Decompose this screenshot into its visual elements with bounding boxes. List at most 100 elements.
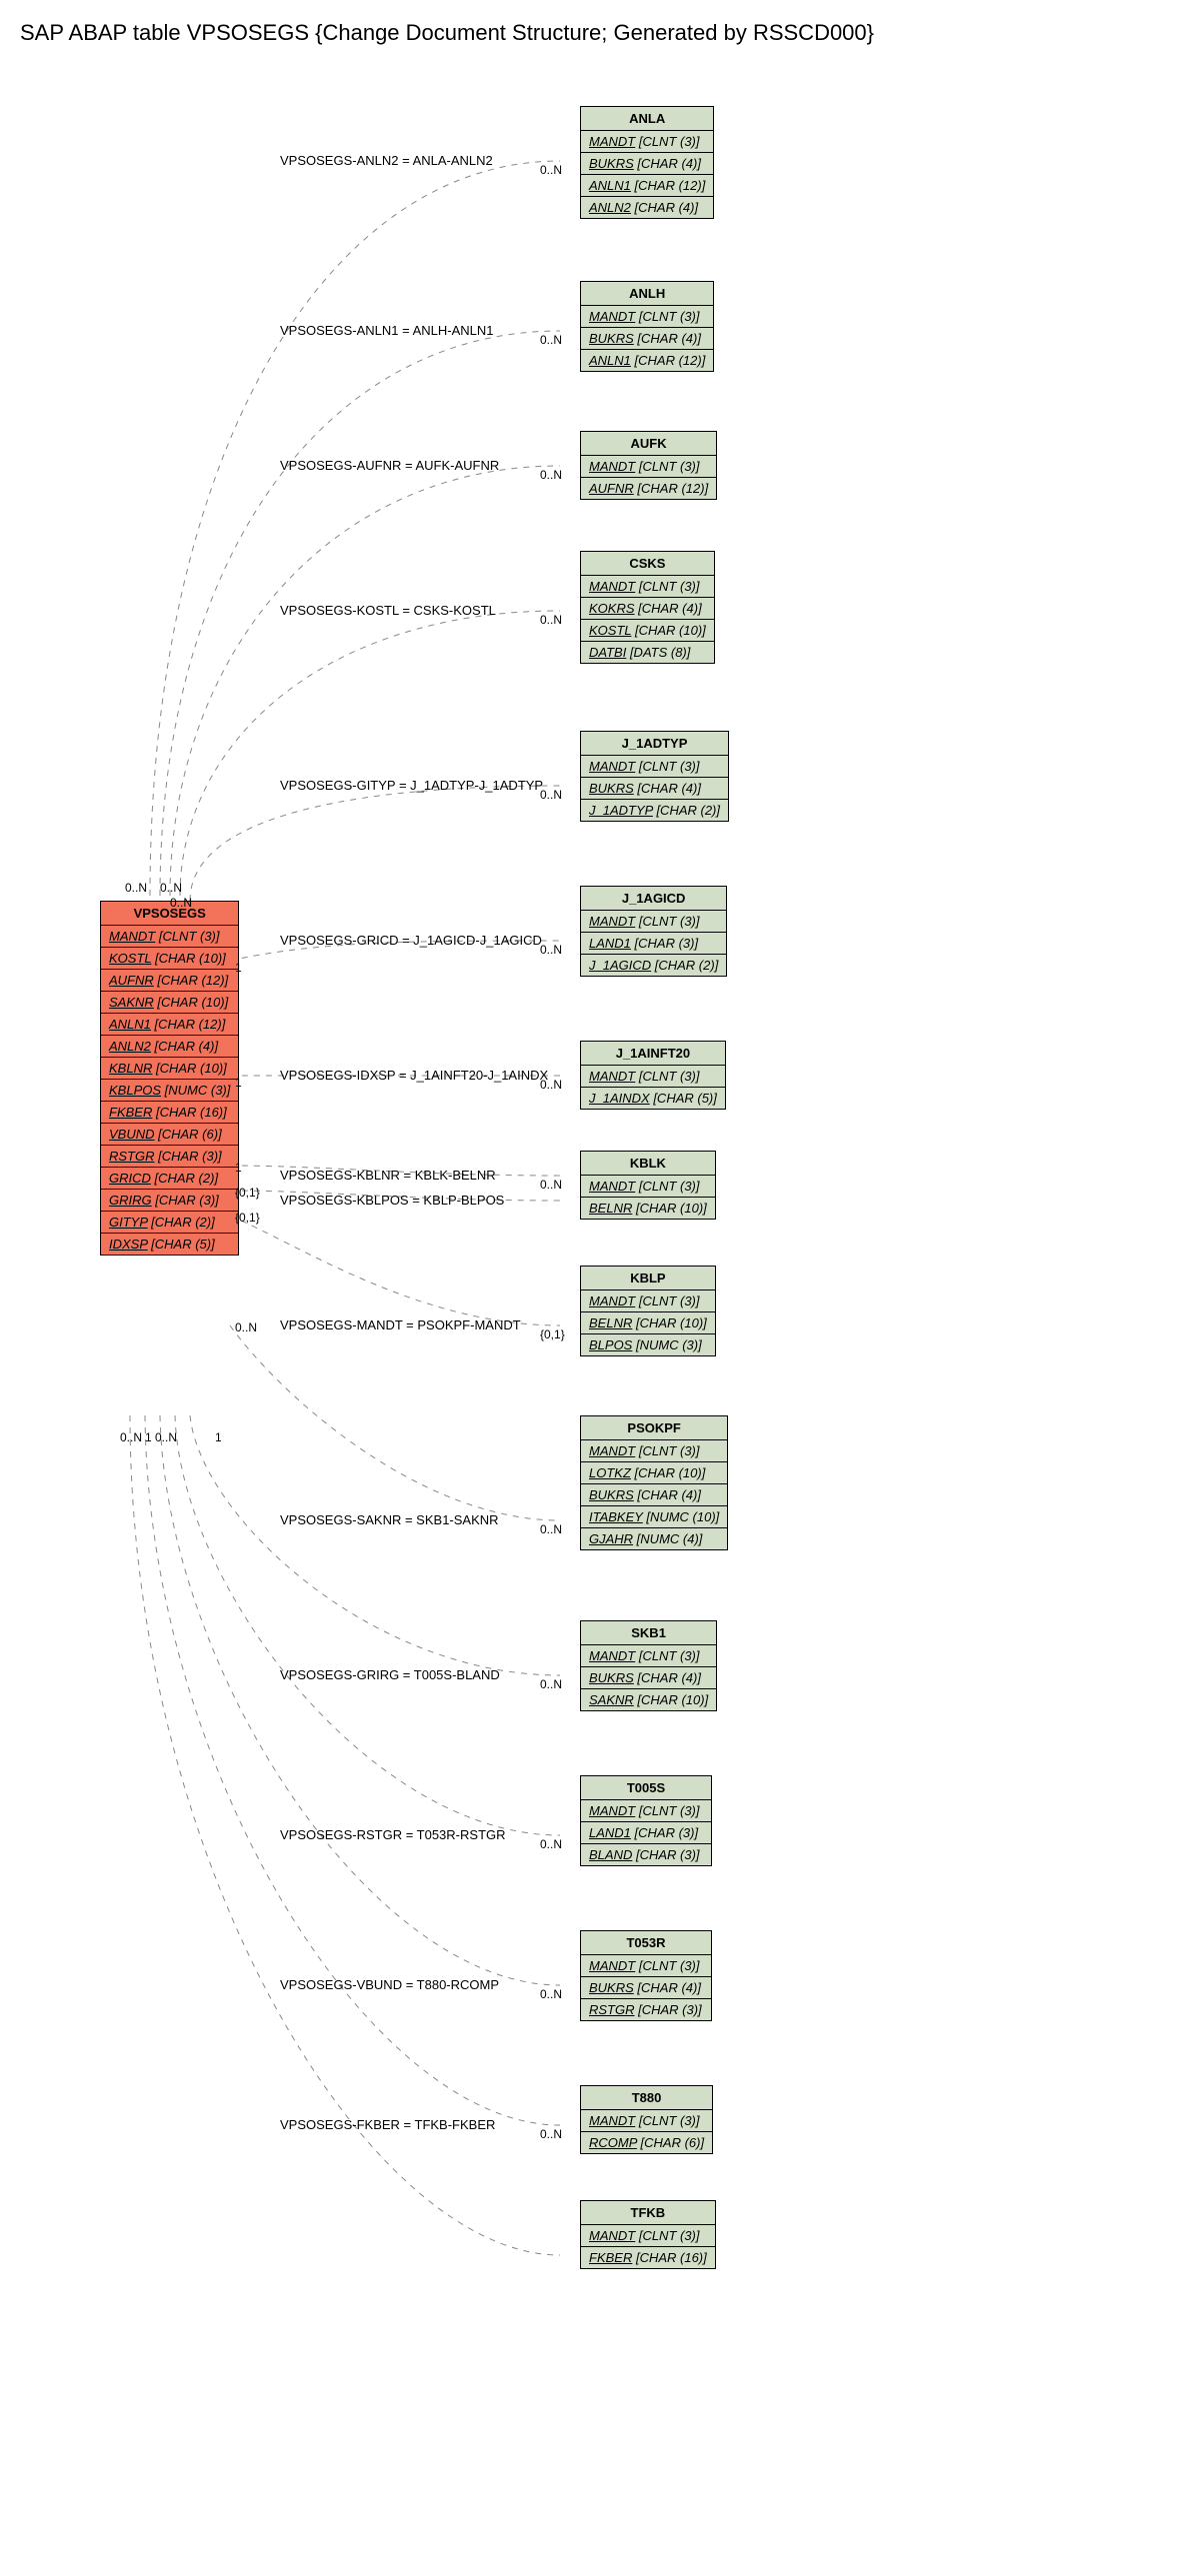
cardinality-label: 0..N [540,1987,562,2001]
table-field: MANDT [CLNT (3)] [101,926,238,948]
table-field: GRIRG [CHAR (3)] [101,1190,238,1212]
table-field: BUKRS [CHAR (4)] [581,1667,716,1689]
table-header: AUFK [581,432,716,456]
table-field: BLAND [CHAR (3)] [581,1844,711,1865]
table-field: KOKRS [CHAR (4)] [581,598,714,620]
cardinality-label: 1 [145,1430,152,1444]
table-field: ANLN1 [CHAR (12)] [581,350,713,371]
table-field: MANDT [CLNT (3)] [581,2225,715,2247]
relationship-label: VPSOSEGS-KOSTL = CSKS-KOSTL [280,603,496,618]
table-field: J_1ADTYP [CHAR (2)] [581,800,728,821]
cardinality-label: 0..N [120,1430,142,1444]
relationship-label: VPSOSEGS-ANLN1 = ANLH-ANLN1 [280,323,494,338]
cardinality-label: 0..N [540,1837,562,1851]
table-field: MANDT [CLNT (3)] [581,1955,711,1977]
cardinality-label: 0..N [125,881,147,895]
cardinality-label: 1 [235,1076,242,1090]
cardinality-label: 0..N [160,881,182,895]
table-field: MANDT [CLNT (3)] [581,911,726,933]
table-field: LAND1 [CHAR (3)] [581,933,726,955]
table-field: BELNR [CHAR (10)] [581,1312,715,1334]
table-field: MANDT [CLNT (3)] [581,306,713,328]
table-header: TFKB [581,2201,715,2225]
target-table-j1agicd: J_1AGICDMANDT [CLNT (3)]LAND1 [CHAR (3)]… [580,886,727,977]
cardinality-label: 1 [235,961,242,975]
relationship-label: VPSOSEGS-VBUND = T880-RCOMP [280,1977,499,1992]
table-field: SAKNR [CHAR (10)] [581,1689,716,1710]
table-field: RSTGR [CHAR (3)] [101,1146,238,1168]
cardinality-label: 0..N [540,1078,562,1092]
table-field: MANDT [CLNT (3)] [581,756,728,778]
table-field: GJAHR [NUMC (4)] [581,1528,727,1549]
table-field: FKBER [CHAR (16)] [581,2247,715,2268]
relationship-label: VPSOSEGS-KBLNR = KBLK-BELNR [280,1168,496,1183]
table-field: DATBI [DATS (8)] [581,642,714,663]
table-field: MANDT [CLNT (3)] [581,1066,725,1088]
table-header: J_1ADTYP [581,732,728,756]
target-table-skb1: SKB1MANDT [CLNT (3)]BUKRS [CHAR (4)]SAKN… [580,1620,717,1711]
cardinality-label: 0..N [540,613,562,627]
cardinality-label: 0..N [170,896,192,910]
table-field: ANLN1 [CHAR (12)] [101,1014,238,1036]
table-field: BUKRS [CHAR (4)] [581,778,728,800]
table-field: ANLN2 [CHAR (4)] [581,197,713,218]
table-field: BUKRS [CHAR (4)] [581,328,713,350]
relationship-label: VPSOSEGS-SAKNR = SKB1-SAKNR [280,1512,499,1527]
table-field: SAKNR [CHAR (10)] [101,992,238,1014]
relationship-label: VPSOSEGS-ANLN2 = ANLA-ANLN2 [280,153,493,168]
target-table-csks: CSKSMANDT [CLNT (3)]KOKRS [CHAR (4)]KOST… [580,551,715,664]
cardinality-label: 0..N [540,468,562,482]
table-field: KOSTL [CHAR (10)] [581,620,714,642]
target-table-t880: T880MANDT [CLNT (3)]RCOMP [CHAR (6)] [580,2085,713,2154]
table-field: FKBER [CHAR (16)] [101,1102,238,1124]
cardinality-label: 0..N [540,943,562,957]
relationship-label: VPSOSEGS-FKBER = TFKB-FKBER [280,2117,495,2132]
target-table-kblk: KBLKMANDT [CLNT (3)]BELNR [CHAR (10)] [580,1151,716,1220]
er-diagram: VPSOSEGSMANDT [CLNT (3)]KOSTL [CHAR (10)… [20,66,1176,2545]
table-field: MANDT [CLNT (3)] [581,456,716,478]
table-field: RSTGR [CHAR (3)] [581,1999,711,2020]
relationship-label: VPSOSEGS-GRIRG = T005S-BLAND [280,1667,500,1682]
cardinality-label: 0..N [155,1430,177,1444]
relationship-label: VPSOSEGS-MANDT = PSOKPF-MANDT [280,1317,521,1332]
table-header: ANLH [581,282,713,306]
table-header: J_1AINFT20 [581,1042,725,1066]
target-table-j1ainft20: J_1AINFT20MANDT [CLNT (3)]J_1AINDX [CHAR… [580,1041,726,1110]
cardinality-label: 0..N [540,1677,562,1691]
target-table-t053r: T053RMANDT [CLNT (3)]BUKRS [CHAR (4)]RST… [580,1930,712,2021]
cardinality-label: {0,1} [235,1186,260,1200]
table-header: J_1AGICD [581,887,726,911]
table-field: MANDT [CLNT (3)] [581,1440,727,1462]
table-header: KBLP [581,1267,715,1290]
table-header: ANLA [581,107,713,131]
table-header: PSOKPF [581,1416,727,1440]
cardinality-label: 0..N [540,1522,562,1536]
cardinality-label: 0..N [235,1320,257,1334]
relationship-label: VPSOSEGS-GRICD = J_1AGICD-J_1AGICD [280,933,542,948]
cardinality-label: 1 [235,1161,242,1175]
target-table-j1adtyp: J_1ADTYPMANDT [CLNT (3)]BUKRS [CHAR (4)]… [580,731,729,822]
table-field: GRICD [CHAR (2)] [101,1168,238,1190]
table-header: CSKS [581,552,714,576]
table-field: ANLN1 [CHAR (12)] [581,175,713,197]
table-field: MANDT [CLNT (3)] [581,1176,715,1198]
table-field: ITABKEY [NUMC (10)] [581,1506,727,1528]
table-field: MANDT [CLNT (3)] [581,576,714,598]
table-field: MANDT [CLNT (3)] [581,1645,716,1667]
source-table-vpsosegs: VPSOSEGSMANDT [CLNT (3)]KOSTL [CHAR (10)… [100,901,239,1256]
target-table-t005s: T005SMANDT [CLNT (3)]LAND1 [CHAR (3)]BLA… [580,1775,712,1866]
relationship-label: VPSOSEGS-AUFNR = AUFK-AUFNR [280,458,499,473]
relationship-label: VPSOSEGS-IDXSP = J_1AINFT20-J_1AINDX [280,1068,548,1083]
table-field: MANDT [CLNT (3)] [581,1800,711,1822]
table-field: J_1AGICD [CHAR (2)] [581,955,726,976]
table-field: BLPOS [NUMC (3)] [581,1334,715,1355]
table-field: MANDT [CLNT (3)] [581,2110,712,2132]
cardinality-label: {0,1} [235,1211,260,1225]
table-field: BUKRS [CHAR (4)] [581,153,713,175]
table-field: AUFNR [CHAR (12)] [581,478,716,499]
cardinality-label: 0..N [540,333,562,347]
table-field: MANDT [CLNT (3)] [581,131,713,153]
table-field: LOTKZ [CHAR (10)] [581,1462,727,1484]
cardinality-label: 1 [215,1430,222,1444]
table-header: T005S [581,1776,711,1800]
